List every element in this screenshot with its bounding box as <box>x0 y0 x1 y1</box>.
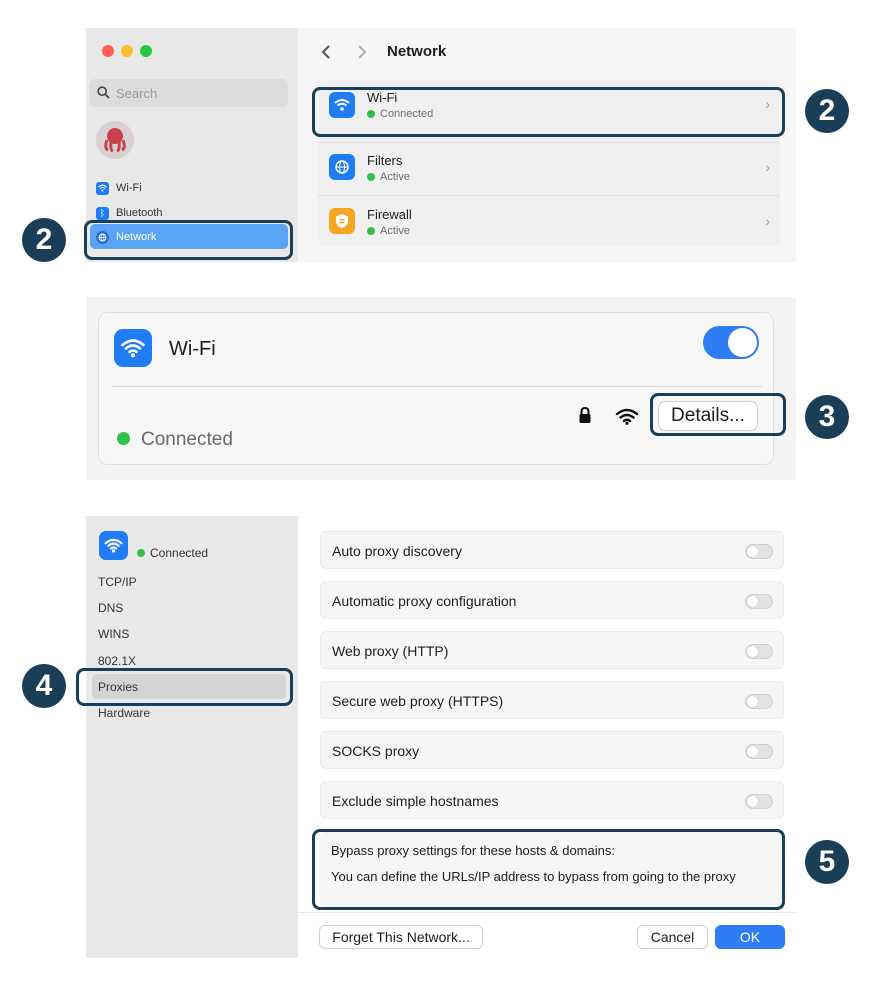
callout-box-wifi <box>312 87 785 137</box>
sidebar-item-wifi[interactable]: Wi-Fi <box>96 179 142 197</box>
cancel-button[interactable]: Cancel <box>637 925 708 949</box>
wifi-signal-icon <box>615 408 639 425</box>
step-badge: 2 <box>805 89 849 133</box>
wifi-title: Wi-Fi <box>169 338 216 360</box>
zoom-button[interactable] <box>140 45 152 57</box>
row-title: Filters <box>367 153 403 168</box>
proxy-row-exclude-hostnames: Exclude simple hostnames <box>320 781 784 819</box>
callout-box-bypass <box>312 829 785 910</box>
search-placeholder: Search <box>116 86 158 101</box>
connection-status: Connected <box>150 546 209 560</box>
back-chevron-icon[interactable] <box>320 44 332 60</box>
status-dot <box>367 173 375 181</box>
status-dot <box>367 227 375 235</box>
row-title: Firewall <box>367 207 412 222</box>
proxy-row-secure-https: Secure web proxy (HTTPS) <box>320 681 784 719</box>
proxy-row-label: Web proxy (HTTP) <box>332 643 449 659</box>
toggle-switch[interactable] <box>745 544 773 559</box>
proxy-row-socks: SOCKS proxy <box>320 731 784 769</box>
proxy-row-label: Secure web proxy (HTTPS) <box>332 693 504 709</box>
callout-box-details <box>650 393 786 436</box>
row-filters[interactable]: Filters Active › <box>318 142 780 193</box>
proxy-row-label: SOCKS proxy <box>332 743 420 759</box>
proxy-row-label: Exclude simple hostnames <box>332 793 499 809</box>
callout-box-network <box>84 220 293 260</box>
sidebar-item-hardware[interactable]: Hardware <box>98 706 150 720</box>
search-input[interactable]: Search <box>89 79 288 107</box>
status-text: Active <box>380 171 410 183</box>
toggle-switch[interactable] <box>745 644 773 659</box>
chevron-right-icon: › <box>765 213 770 229</box>
wifi-toggle[interactable] <box>703 326 759 359</box>
toggle-switch[interactable] <box>745 694 773 709</box>
page-title: Network <box>387 43 447 60</box>
step-badge: 2 <box>22 218 66 262</box>
sidebar-item-wins[interactable]: WINS <box>98 627 129 641</box>
step-badge: 3 <box>805 395 849 439</box>
divider <box>298 912 796 913</box>
connection-status: Connected <box>141 429 233 450</box>
sidebar-item-label: Wi-Fi <box>116 182 142 194</box>
proxy-row-auto-config: Automatic proxy configuration <box>320 581 784 619</box>
proxy-row-label: Automatic proxy configuration <box>332 593 517 609</box>
row-status: Active <box>367 225 410 237</box>
toggle-switch[interactable] <box>745 744 773 759</box>
row-status: Active <box>367 171 410 183</box>
chevron-right-icon: › <box>765 159 770 175</box>
forward-chevron-icon[interactable] <box>356 44 368 60</box>
forget-network-button[interactable]: Forget This Network... <box>319 925 483 949</box>
proxy-row-label: Auto proxy discovery <box>332 543 462 559</box>
avatar[interactable] <box>96 121 134 159</box>
octopus-icon <box>104 128 126 153</box>
callout-box-proxies <box>76 668 293 706</box>
lock-icon <box>579 406 591 423</box>
proxy-row-auto-discovery: Auto proxy discovery <box>320 531 784 569</box>
bluetooth-icon: ᛒ <box>96 206 109 220</box>
status-dot <box>137 549 145 557</box>
step-badge: 4 <box>22 664 66 708</box>
toggle-switch[interactable] <box>745 794 773 809</box>
globe-icon <box>329 154 355 180</box>
sidebar-item-8021x[interactable]: 802.1X <box>98 654 136 668</box>
minimize-button[interactable] <box>121 45 133 57</box>
wifi-icon <box>114 329 152 367</box>
toggle-knob <box>728 328 757 357</box>
sidebar-item-tcpip[interactable]: TCP/IP <box>98 575 137 589</box>
row-firewall[interactable]: Firewall Active › <box>318 195 780 246</box>
status-dot <box>117 432 130 445</box>
sidebar-item-label: Bluetooth <box>116 207 163 219</box>
status-text: Active <box>380 225 410 237</box>
wifi-icon <box>96 181 109 195</box>
toggle-switch[interactable] <box>745 594 773 609</box>
step-badge: 5 <box>805 840 849 884</box>
sidebar-item-dns[interactable]: DNS <box>98 601 123 615</box>
ok-button[interactable]: OK <box>715 925 785 949</box>
close-button[interactable] <box>102 45 114 57</box>
divider <box>112 386 762 387</box>
shield-icon <box>329 208 355 234</box>
proxy-row-web-http: Web proxy (HTTP) <box>320 631 784 669</box>
wifi-icon <box>99 531 128 560</box>
search-icon <box>97 86 110 99</box>
